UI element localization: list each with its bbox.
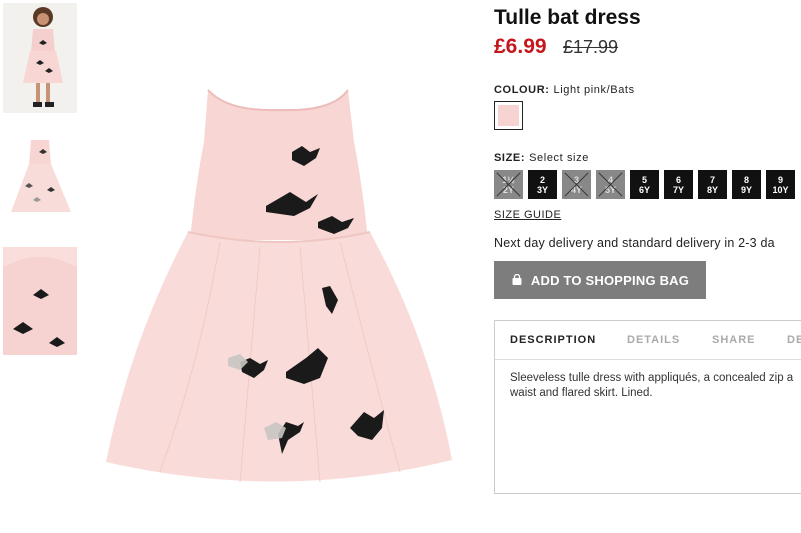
detail-photo [3, 247, 77, 355]
size-line1: 9 [777, 174, 783, 185]
description-text: Sleeveless tulle dress with appliqués, a… [510, 372, 794, 399]
current-price: £6.99 [494, 35, 547, 58]
size-line2: 10Y [772, 184, 789, 195]
product-title: Tulle bat dress [494, 6, 641, 29]
size-line1: 8 [743, 174, 749, 185]
size-option-4-5y[interactable]: 4 5Y [596, 170, 625, 199]
size-line2: 6Y [638, 184, 650, 195]
size-line1: 6 [675, 174, 681, 185]
size-option-1-5-2y[interactable]: 1½ 2Y [494, 170, 523, 199]
size-option-5-6y[interactable]: 5 6Y [630, 170, 659, 199]
bag-icon [512, 274, 522, 285]
size-line1: 3 [573, 174, 579, 185]
size-option-2-3y[interactable]: 2 3Y [528, 170, 557, 199]
tab-delivery[interactable]: DE [787, 334, 801, 346]
size-line2: 5Y [604, 184, 616, 195]
thumbnail-dress-back[interactable] [3, 128, 77, 220]
add-to-bag-label: ADD TO SHOPPING BAG [530, 272, 690, 288]
original-price: £17.99 [563, 37, 619, 57]
size-line2: 4Y [570, 184, 582, 195]
tab-details[interactable]: DETAILS [627, 334, 680, 346]
tab-share[interactable]: SHARE [712, 334, 756, 346]
size-line1: 4 [607, 174, 613, 185]
size-option-7-8y[interactable]: 7 8Y [698, 170, 727, 199]
size-option-3-4y[interactable]: 3 4Y [562, 170, 591, 199]
size-row: SIZE: Select size [494, 152, 589, 164]
size-line2: 8Y [706, 184, 718, 195]
colour-value: Light pink/Bats [553, 84, 635, 96]
main-product-image[interactable] [100, 82, 460, 502]
add-to-bag-button[interactable]: ADD TO SHOPPING BAG [494, 261, 706, 299]
size-option-9-10y[interactable]: 9 10Y [766, 170, 795, 199]
colour-swatch-selected[interactable] [494, 101, 523, 130]
swatch-fill [498, 105, 519, 126]
size-value: Select size [529, 152, 589, 164]
size-line2: 9Y [740, 184, 752, 195]
dress-photo-small [11, 140, 71, 212]
size-line1: 1½ [502, 174, 515, 185]
info-tabs-panel: DESCRIPTION DETAILS SHARE DE Sleeveless … [494, 320, 801, 494]
tab-bar: DESCRIPTION DETAILS SHARE DE [495, 321, 801, 360]
size-line1: 7 [709, 174, 715, 185]
size-line1: 2 [539, 174, 545, 185]
size-selector: 1½ 2Y 2 3Y 3 4Y 4 5Y 5 6Y 6 7Y 7 8Y 8 9Y 9 10Y [494, 170, 795, 199]
model-photo [3, 3, 77, 113]
size-label: SIZE: [494, 152, 526, 164]
size-line2: 7Y [672, 184, 684, 195]
colour-row: COLOUR: Light pink/Bats [494, 84, 635, 96]
size-guide-link[interactable]: SIZE GUIDE [494, 209, 561, 221]
thumbnail-detail[interactable] [3, 247, 77, 355]
thumbnail-model[interactable] [3, 3, 77, 113]
delivery-info: Next day delivery and standard delivery … [494, 236, 775, 250]
size-line2: 3Y [536, 184, 548, 195]
tab-description[interactable]: DESCRIPTION [510, 334, 596, 346]
size-option-8-9y[interactable]: 8 9Y [732, 170, 761, 199]
size-option-6-7y[interactable]: 6 7Y [664, 170, 693, 199]
colour-label: COLOUR: [494, 84, 550, 96]
size-line1: 5 [641, 174, 647, 185]
size-line2: 2Y [502, 184, 514, 195]
dress-image [106, 89, 452, 483]
